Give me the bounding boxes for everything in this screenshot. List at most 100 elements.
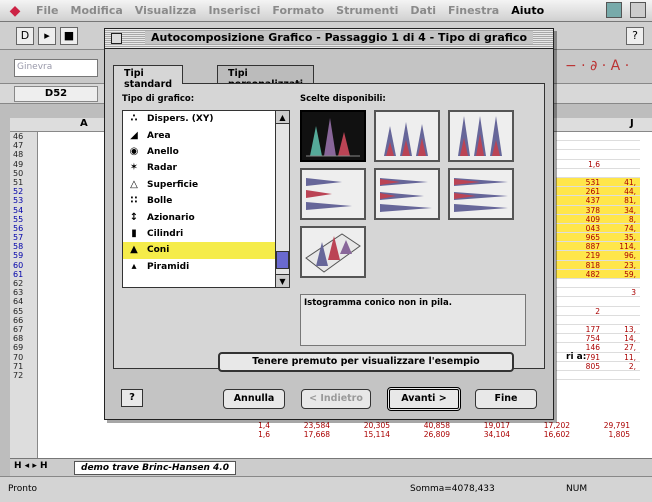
row-header[interactable]: 50 xyxy=(10,169,37,178)
tab-scroll-arrows[interactable]: H ◂ ▸ H xyxy=(14,461,48,471)
chart-type-item[interactable]: △ Superficie xyxy=(123,177,289,193)
help-icon[interactable]: ? xyxy=(626,27,644,45)
cell-j[interactable]: 2, xyxy=(606,362,636,371)
chart-type-item[interactable]: ◉ Anello xyxy=(123,144,289,160)
table-row[interactable]: 261 44, xyxy=(556,187,640,197)
row-header[interactable]: 68 xyxy=(10,334,37,343)
cell-j[interactable] xyxy=(606,371,636,379)
row-header[interactable]: 46 xyxy=(10,132,37,141)
cell-j[interactable]: 8, xyxy=(606,215,636,224)
chart-type-item[interactable]: ✶ Radar xyxy=(123,160,289,176)
chart-type-item[interactable]: ∷ Bolle xyxy=(123,193,289,209)
row-header[interactable]: 64 xyxy=(10,297,37,306)
table-row[interactable]: 805 2, xyxy=(556,362,640,371)
cell-i[interactable]: 2 xyxy=(556,307,600,316)
row-header[interactable]: 70 xyxy=(10,353,37,362)
cell-j[interactable]: 11, xyxy=(606,353,636,362)
cell-i[interactable]: 482 xyxy=(556,270,600,279)
cell-j[interactable]: 34, xyxy=(606,206,636,215)
new-document-icon[interactable]: D xyxy=(16,27,34,45)
cell-i[interactable]: 409 xyxy=(556,215,600,224)
row-header[interactable]: 65 xyxy=(10,307,37,316)
cell-i[interactable]: 177 xyxy=(556,325,600,334)
font-select[interactable]: Ginevra xyxy=(14,59,98,77)
cell-i[interactable]: 146 xyxy=(556,343,600,352)
table-row[interactable]: 043 74, xyxy=(556,223,640,234)
cell-j[interactable] xyxy=(606,297,636,305)
row-header[interactable]: 61 xyxy=(10,270,37,279)
table-row[interactable]: 177 13, xyxy=(556,325,640,335)
row-header[interactable]: 69 xyxy=(10,343,37,352)
menu-formato[interactable]: Formato xyxy=(266,4,330,17)
chart-type-item[interactable]: ▮ Cilindri xyxy=(123,226,289,242)
table-row[interactable] xyxy=(556,297,640,307)
table-row[interactable] xyxy=(556,371,640,381)
menu-modifica[interactable]: Modifica xyxy=(65,4,129,17)
row-header[interactable]: 71 xyxy=(10,362,37,371)
row-header[interactable]: 67 xyxy=(10,325,37,334)
cell-j[interactable] xyxy=(606,279,636,287)
row-header[interactable]: 58 xyxy=(10,242,37,251)
cell-i[interactable] xyxy=(556,288,600,296)
tab-tipi-personalizzati[interactable]: Tipi personalizzati xyxy=(217,65,315,90)
menu-dati[interactable]: Dati xyxy=(404,4,442,17)
cell-j[interactable]: 74, xyxy=(606,224,636,233)
cell-i[interactable] xyxy=(556,371,600,379)
cell-j[interactable] xyxy=(606,132,636,140)
cell-i[interactable]: 261 xyxy=(556,187,600,196)
menu-finestra[interactable]: Finestra xyxy=(442,4,505,17)
preview-sample-button[interactable]: Tenere premuto per visualizzare l'esempi… xyxy=(218,352,514,372)
table-cell[interactable]: 40,858 xyxy=(390,421,450,430)
cell-i[interactable]: 887 xyxy=(556,242,600,251)
cell-i[interactable]: 818 xyxy=(556,261,600,270)
table-row[interactable]: 437 81, xyxy=(556,196,640,206)
table-cell[interactable]: 19,017 xyxy=(450,421,510,430)
fill-font-color-icons[interactable]: − · ∂ · A · xyxy=(565,58,629,74)
table-row[interactable]: 219 96, xyxy=(556,251,640,261)
row-header[interactable]: 56 xyxy=(10,224,37,233)
table-row[interactable]: 754 14, xyxy=(556,334,640,344)
cell-i[interactable] xyxy=(556,297,600,305)
cell-i[interactable]: 965 xyxy=(556,233,600,242)
column-a-header[interactable]: A xyxy=(80,118,88,129)
subtype-3d-cone[interactable] xyxy=(300,226,366,278)
cell-j[interactable]: 27, xyxy=(606,343,636,352)
chart-type-item[interactable]: ↕ Azionario xyxy=(123,209,289,225)
row-header[interactable]: 57 xyxy=(10,233,37,242)
table-row[interactable]: 378 34, xyxy=(556,205,640,215)
cell-j[interactable]: 59, xyxy=(606,270,636,279)
tab-tipi-standard[interactable]: Tipi standard xyxy=(113,65,184,90)
menu-strumenti[interactable]: Strumenti xyxy=(330,4,404,17)
cell-j[interactable]: 3 xyxy=(606,288,636,297)
subtype-clustered-bar-cone[interactable] xyxy=(300,168,366,220)
row-header[interactable]: 55 xyxy=(10,215,37,224)
cell-j[interactable]: 44, xyxy=(606,187,636,196)
row-header[interactable]: 53 xyxy=(10,196,37,205)
cell-i[interactable]: 1,6 xyxy=(556,160,600,169)
next-button[interactable]: Avanti > xyxy=(387,387,461,411)
row-header[interactable]: 62 xyxy=(10,279,37,288)
cell-j[interactable] xyxy=(606,307,636,315)
row-header[interactable]: 47 xyxy=(10,141,37,150)
table-row[interactable] xyxy=(556,279,640,289)
table-row[interactable]: 409 8, xyxy=(556,214,640,224)
table-row[interactable]: 1,6 xyxy=(556,160,640,169)
apple-menu-icon[interactable]: ◆ xyxy=(0,3,30,19)
cell-i[interactable] xyxy=(556,132,600,140)
list-scrollbar[interactable]: ▲ ▼ xyxy=(275,111,289,287)
table-row[interactable]: 2 xyxy=(556,307,640,316)
cell-i[interactable] xyxy=(556,169,600,177)
close-box-icon[interactable] xyxy=(111,33,122,44)
sheet-tab[interactable]: demo trave Brinc-Hansen 4.0 xyxy=(74,461,236,475)
scroll-up-icon[interactable]: ▲ xyxy=(276,111,289,124)
table-cell[interactable]: 17,202 xyxy=(510,421,570,430)
chart-type-list[interactable]: ∴ Dispers. (XY) ◢ Area ◉ Anello ✶ Radar △ Superfi… xyxy=(122,110,290,288)
column-j-header[interactable]: J xyxy=(630,118,634,129)
name-box[interactable]: D52 xyxy=(14,86,98,102)
help-button[interactable]: ? xyxy=(121,389,143,407)
cancel-button[interactable]: Annulla xyxy=(223,389,285,409)
cell-j[interactable]: 41, xyxy=(606,178,636,187)
cell-j[interactable]: 23, xyxy=(606,261,636,270)
table-row[interactable] xyxy=(556,132,640,142)
dialog-title-bar[interactable]: Autocomposizione Grafico - Passaggio 1 d… xyxy=(105,29,553,49)
